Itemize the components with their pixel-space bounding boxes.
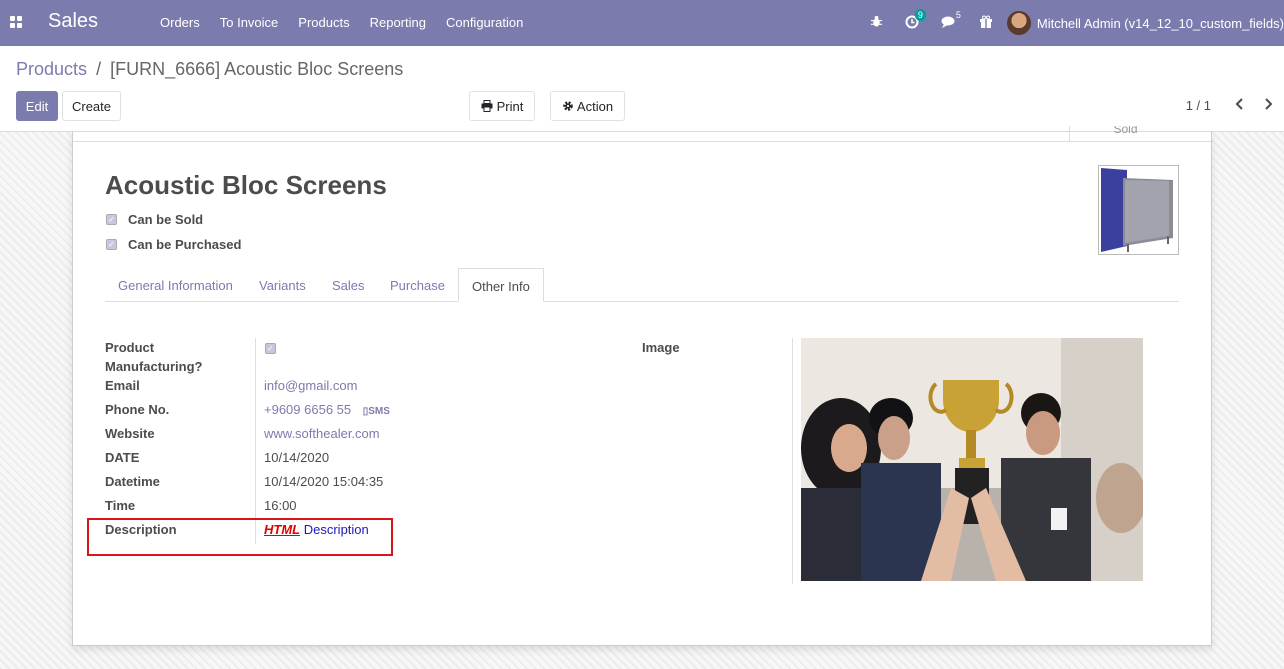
description-highlight-box (87, 518, 393, 556)
print-icon (481, 100, 493, 112)
menu-to-invoice[interactable]: To Invoice (210, 15, 289, 30)
control-panel: Products / [FURN_6666] Acoustic Bloc Scr… (0, 46, 1284, 132)
pager-previous-icon[interactable] (1235, 97, 1245, 115)
tab-sales[interactable]: Sales (319, 268, 378, 302)
time-label: Time (105, 498, 136, 513)
form-sheet: Sold Acoustic Bloc Screens ✓ Can be Sold… (72, 126, 1212, 646)
tab-purchase[interactable]: Purchase (377, 268, 458, 302)
website-label: Website (105, 426, 155, 441)
avatar (1006, 11, 1031, 35)
product-manufacturing-label: Product Manufacturing? (105, 340, 203, 374)
can-be-sold-label: Can be Sold (128, 212, 204, 227)
sold-stat-label: Sold (1113, 126, 1138, 136)
phone-label: Phone No. (105, 402, 170, 417)
pager-value[interactable]: 1 / 1 (1186, 98, 1211, 113)
field-divider (255, 338, 256, 544)
messages-icon[interactable]: 5 (941, 10, 961, 32)
datetime-label: Datetime (105, 474, 160, 489)
sold-stat-button[interactable]: Sold (1069, 126, 1181, 141)
bug-icon[interactable] (870, 15, 883, 31)
user-name: Mitchell Admin (v14_12_10_custom_fields) (1036, 15, 1284, 31)
print-label: Print (496, 98, 524, 114)
apps-menu-icon[interactable] (10, 16, 22, 28)
user-menu[interactable]: Mitchell Admin (v14_12_10_custom_fields) (1006, 11, 1284, 35)
can-be-purchased-checkbox[interactable]: ✓ (106, 239, 117, 250)
gift-icon[interactable] (979, 15, 993, 32)
website-value[interactable]: www.softhealer.com (264, 424, 380, 443)
image-divider (792, 338, 793, 584)
can-be-purchased-label: Can be Purchased (128, 237, 242, 252)
breadcrumb-products-link[interactable]: Products (16, 59, 87, 79)
form-background: Sold Acoustic Bloc Screens ✓ Can be Sold… (0, 126, 1284, 669)
breadcrumb-current: [FURN_6666] Acoustic Bloc Screens (110, 59, 404, 79)
menu-reporting[interactable]: Reporting (360, 15, 436, 30)
edit-button[interactable]: Edit (16, 91, 58, 121)
activity-clock-icon[interactable]: 9 (905, 8, 926, 32)
gear-icon (563, 101, 573, 111)
pager-next-icon[interactable] (1263, 97, 1273, 115)
breadcrumb-separator: / (96, 59, 102, 79)
activity-count-badge: 9 (914, 8, 926, 21)
menu-orders[interactable]: Orders (150, 15, 210, 30)
action-label: Action (576, 98, 614, 114)
product-thumbnail[interactable] (1098, 165, 1179, 255)
datetime-value: 10/14/2020 15:04:35 (264, 474, 384, 489)
product-title: Acoustic Bloc Screens (105, 170, 387, 200)
product-image[interactable] (801, 338, 1143, 581)
can-be-sold-checkbox[interactable]: ✓ (106, 214, 117, 225)
tab-other-info[interactable]: Other Info (458, 268, 544, 302)
email-value[interactable]: info@gmail.com (264, 376, 357, 395)
tab-general-information[interactable]: General Information (105, 268, 246, 302)
top-navbar: Sales Orders To Invoice Products Reporti… (0, 0, 1284, 46)
time-value: 16:00 (264, 498, 297, 513)
menu-products[interactable]: Products (288, 15, 359, 30)
date-label: DATE (105, 450, 140, 465)
menu-configuration[interactable]: Configuration (436, 15, 533, 30)
tab-variants[interactable]: Variants (246, 268, 319, 302)
main-menu: Orders To Invoice Products Reporting Con… (150, 15, 533, 30)
create-button[interactable]: Create (62, 91, 121, 121)
sms-label: SMS (368, 406, 390, 417)
sms-button[interactable]: ▯SMS (363, 406, 390, 417)
email-label: Email (105, 378, 140, 393)
print-button[interactable]: Print (469, 91, 535, 121)
phone-value[interactable]: +9609 6656 55 (264, 402, 351, 417)
image-label: Image (642, 340, 680, 355)
app-brand[interactable]: Sales (48, 10, 98, 33)
date-value: 10/14/2020 (264, 450, 330, 465)
message-count-badge: 5 (955, 9, 961, 20)
phone-field: +9609 6656 55 ▯SMS (264, 400, 390, 421)
notebook-tabs: General Information Variants Sales Purch… (105, 268, 1179, 302)
action-button[interactable]: Action (550, 91, 625, 121)
breadcrumb: Products / [FURN_6666] Acoustic Bloc Scr… (16, 59, 403, 80)
systray: 9 5 Mitchell Admin (v14_12_10_custom_fie… (870, 0, 1284, 46)
product-manufacturing-checkbox[interactable]: ✓ (265, 343, 276, 354)
button-box-divider (73, 141, 1211, 142)
